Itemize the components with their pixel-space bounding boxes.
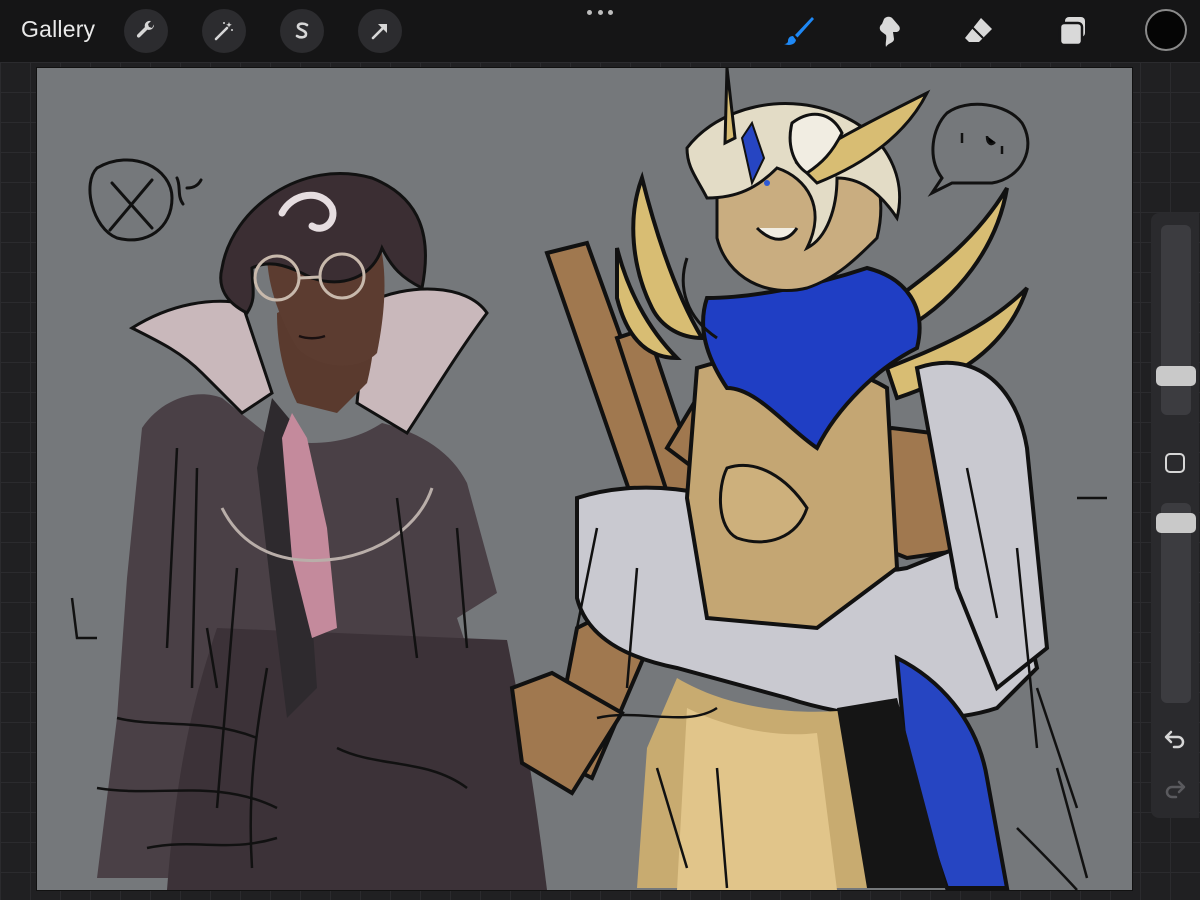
selection-button[interactable] bbox=[280, 9, 324, 53]
actions-button[interactable] bbox=[124, 9, 168, 53]
drawing-canvas[interactable] bbox=[37, 68, 1132, 890]
adjustments-button[interactable] bbox=[202, 9, 246, 53]
selection-s-icon bbox=[295, 22, 309, 39]
undo-icon[interactable] bbox=[1162, 726, 1188, 752]
eraser-icon bbox=[965, 18, 992, 42]
brush-icon bbox=[784, 17, 814, 45]
brush-size-slider-thumb[interactable] bbox=[1156, 366, 1196, 386]
smudge-tool-button[interactable] bbox=[867, 10, 909, 52]
brush-tool-button[interactable] bbox=[778, 10, 820, 52]
wrench-icon bbox=[136, 20, 155, 38]
modify-button[interactable] bbox=[1165, 453, 1185, 473]
brush-size-slider[interactable] bbox=[1161, 225, 1191, 415]
artwork-illustration bbox=[70, 68, 1107, 890]
layers-button[interactable] bbox=[1052, 10, 1094, 52]
magic-wand-icon bbox=[214, 22, 233, 41]
opacity-slider[interactable] bbox=[1161, 503, 1191, 703]
eraser-tool-button[interactable] bbox=[958, 10, 1000, 52]
color-picker-swatch[interactable] bbox=[1145, 9, 1187, 51]
layers-icon bbox=[1058, 17, 1085, 47]
redo-icon[interactable] bbox=[1162, 776, 1188, 802]
dot bbox=[597, 10, 603, 15]
smudge-icon bbox=[879, 16, 900, 47]
top-toolbar: Gallery bbox=[0, 0, 1200, 62]
transform-arrow-icon bbox=[371, 24, 387, 40]
dot bbox=[587, 10, 592, 15]
left-character-figure bbox=[70, 172, 547, 890]
opacity-slider-thumb[interactable] bbox=[1156, 513, 1196, 533]
transform-button[interactable] bbox=[358, 9, 402, 53]
side-slider-panel bbox=[1151, 213, 1199, 818]
dot bbox=[608, 10, 613, 15]
more-options-dots[interactable] bbox=[587, 10, 613, 18]
sketch-doodle-x bbox=[88, 158, 203, 242]
right-character-figure bbox=[509, 68, 1107, 890]
gallery-button[interactable]: Gallery bbox=[21, 16, 95, 43]
